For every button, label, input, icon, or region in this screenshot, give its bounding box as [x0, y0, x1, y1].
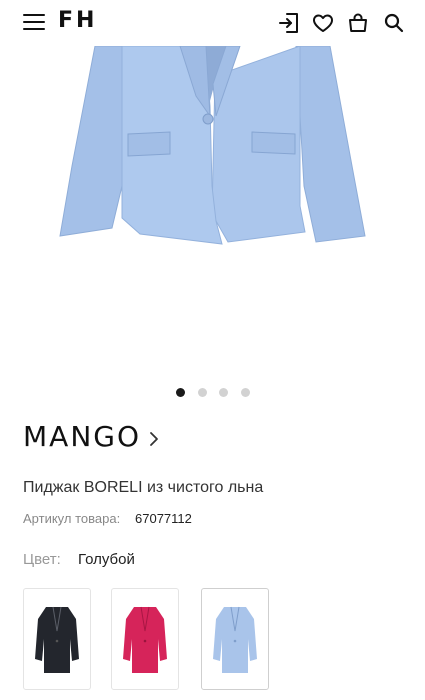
brand-link[interactable]: MANGO	[23, 420, 158, 460]
black-blazer-thumbnail	[35, 606, 79, 673]
pagination-dot-1[interactable]	[176, 388, 185, 397]
search-icon[interactable]	[382, 11, 406, 35]
top-bar: FH	[0, 0, 425, 46]
blazer-image	[59, 46, 366, 245]
menu-icon[interactable]	[23, 14, 45, 31]
color-swatch-black[interactable]	[23, 588, 91, 690]
sku-label: Артикул товара:	[23, 511, 121, 526]
heart-icon[interactable]	[311, 11, 335, 35]
image-pagination	[0, 388, 425, 398]
pagination-dot-3[interactable]	[219, 388, 228, 397]
color-swatch-pink[interactable]	[111, 588, 179, 690]
product-title: Пиджак BORELI из чистого льна	[23, 479, 264, 496]
chevron-right-icon	[150, 432, 158, 446]
sku-value: 67077112	[135, 511, 192, 526]
login-icon[interactable]	[277, 11, 301, 35]
brand-name: MANGO	[23, 420, 141, 453]
color-swatch-light-blue[interactable]	[201, 588, 269, 690]
pagination-dot-4[interactable]	[241, 388, 250, 397]
light-blue-blazer-thumbnail	[213, 606, 257, 673]
color-value: Голубой	[78, 551, 135, 568]
shopping-bag-icon[interactable]	[346, 11, 370, 35]
site-logo[interactable]: FH	[58, 8, 97, 33]
pink-blazer-thumbnail	[123, 606, 167, 673]
pagination-dot-2[interactable]	[198, 388, 207, 397]
product-image-gallery[interactable]	[0, 46, 425, 376]
color-label: Цвет:	[23, 551, 61, 568]
